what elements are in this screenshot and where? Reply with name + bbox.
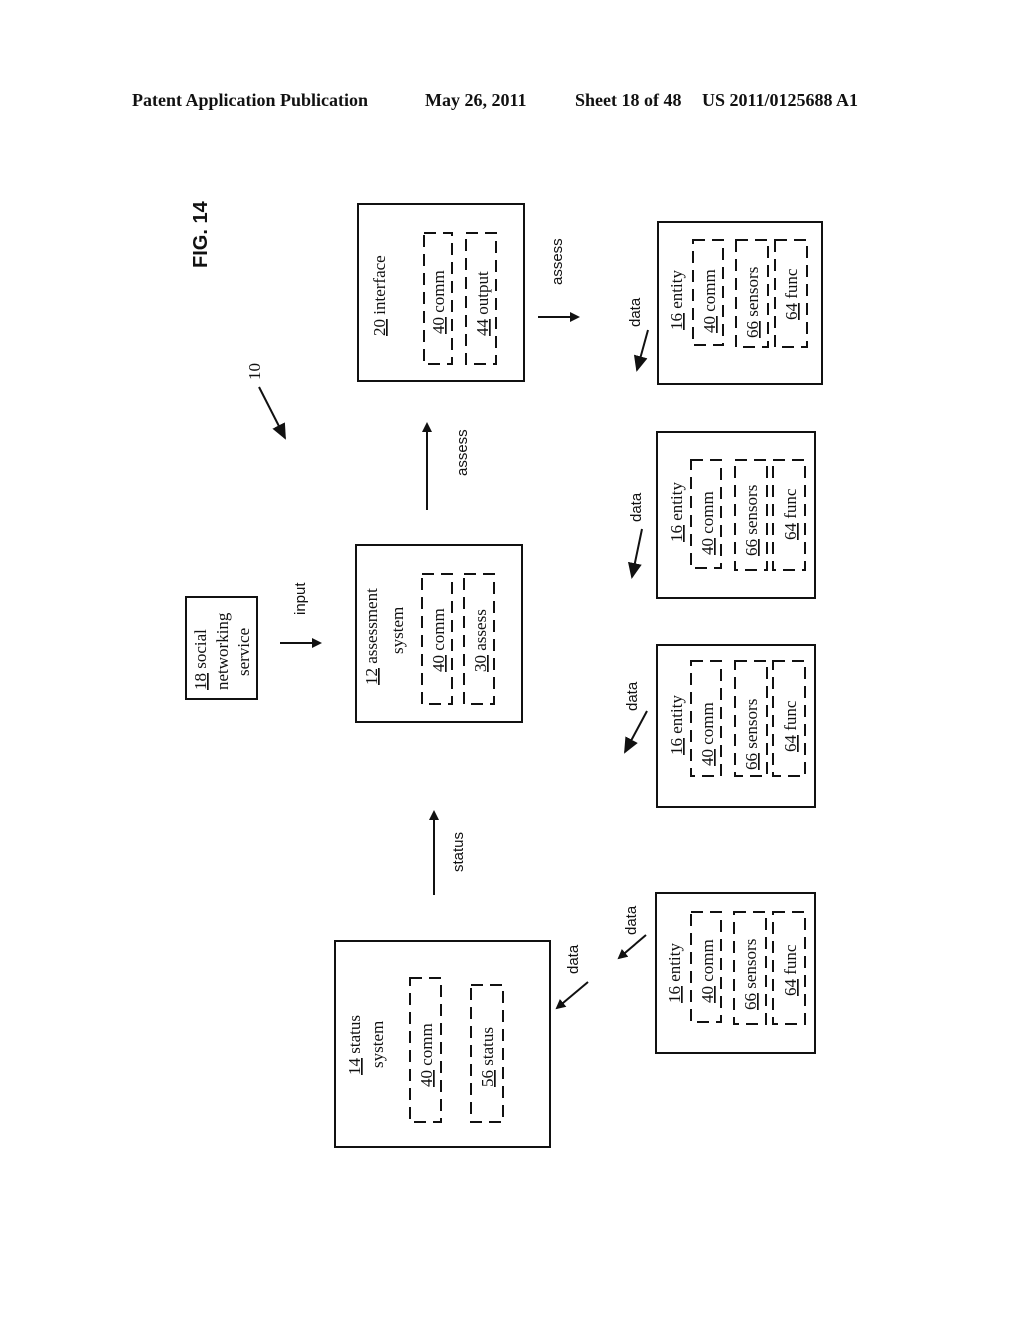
data-arrow <box>633 329 649 372</box>
figure-label: FIG. 14 <box>190 200 212 268</box>
entity-box: 16 entity 40 comm 66 sensors 64 func <box>655 892 816 1054</box>
assessment-comm-label: 40 comm <box>429 608 448 672</box>
assess-right-label: assess <box>549 238 566 285</box>
entity-comm-label: 40 comm <box>700 269 719 333</box>
entity-comm-label: 40 comm <box>698 702 717 766</box>
entity-func-label: 64 func <box>782 268 801 320</box>
interface-comm-label: 40 comm <box>429 270 448 334</box>
status-system-box: 14 status system 40 comm 56 status <box>334 940 551 1148</box>
entity-box: 16 entity 40 comm 66 sensors 64 func <box>656 431 816 599</box>
assessment-system-box: 12 assessment system 40 comm 30 assess <box>355 544 523 723</box>
entity-comm-label: 40 comm <box>698 491 717 555</box>
data-arrow-label: data <box>565 944 582 974</box>
entity-sensors-label: 66 sensors <box>742 485 761 556</box>
interface-output-label: 44 output <box>473 271 492 336</box>
assessment-assess-label: 30 assess <box>471 609 490 672</box>
assess-up-label: assess <box>454 429 471 476</box>
entity-box: 16 entity 40 comm 66 sensors 64 func <box>657 221 823 385</box>
entity-sensors-label: 66 sensors <box>741 939 760 1010</box>
assessment-label-line2: system <box>388 607 407 654</box>
status-status-label: 56 status <box>478 1027 497 1087</box>
data-arrow <box>617 934 647 960</box>
interface-label: 20 interface <box>370 255 389 336</box>
entity-box: 16 entity 40 comm 66 sensors 64 func <box>656 644 816 808</box>
interface-box: 20 interface 40 comm 44 output <box>357 203 525 382</box>
reference-arrow <box>258 386 286 440</box>
entity-func-label: 64 func <box>781 944 800 996</box>
entity-label: 16 entity <box>667 270 686 330</box>
figure-diagram: FIG. 14 10 20 interface 40 comm 44 outpu… <box>185 200 823 1148</box>
data-arrow-label: data <box>623 905 640 935</box>
data-arrow-label: data <box>624 681 641 711</box>
entity-func-label: 64 func <box>781 488 800 540</box>
data-arrow <box>624 710 648 754</box>
entity-label: 16 entity <box>665 943 684 1003</box>
entity-sensors-label: 66 sensors <box>743 267 762 338</box>
entity-comm-label: 40 comm <box>698 939 717 1003</box>
status-label: 14 status <box>345 1015 364 1075</box>
social-label-line3: service <box>234 628 253 676</box>
entity-label: 16 entity <box>667 695 686 755</box>
reference-number: 10 <box>245 363 264 380</box>
data-arrow-label: data <box>627 297 644 327</box>
status-label-line2: system <box>368 1021 387 1068</box>
input-arrow-label: input <box>292 582 309 615</box>
data-arrow <box>628 528 643 579</box>
social-networking-box: 18 social networking service <box>185 596 258 700</box>
entity-sensors-label: 66 sensors <box>742 699 761 770</box>
entity-label: 16 entity <box>667 482 686 542</box>
status-comm-label: 40 comm <box>417 1023 436 1087</box>
entity-func-label: 64 func <box>781 700 800 752</box>
social-label: 18 social <box>191 629 210 690</box>
data-arrow-label: data <box>628 492 645 522</box>
data-arrow-to-status <box>555 981 589 1010</box>
assessment-label: 12 assessment <box>362 588 381 685</box>
status-up-label: status <box>450 832 467 872</box>
social-label-line2: networking <box>213 612 232 690</box>
